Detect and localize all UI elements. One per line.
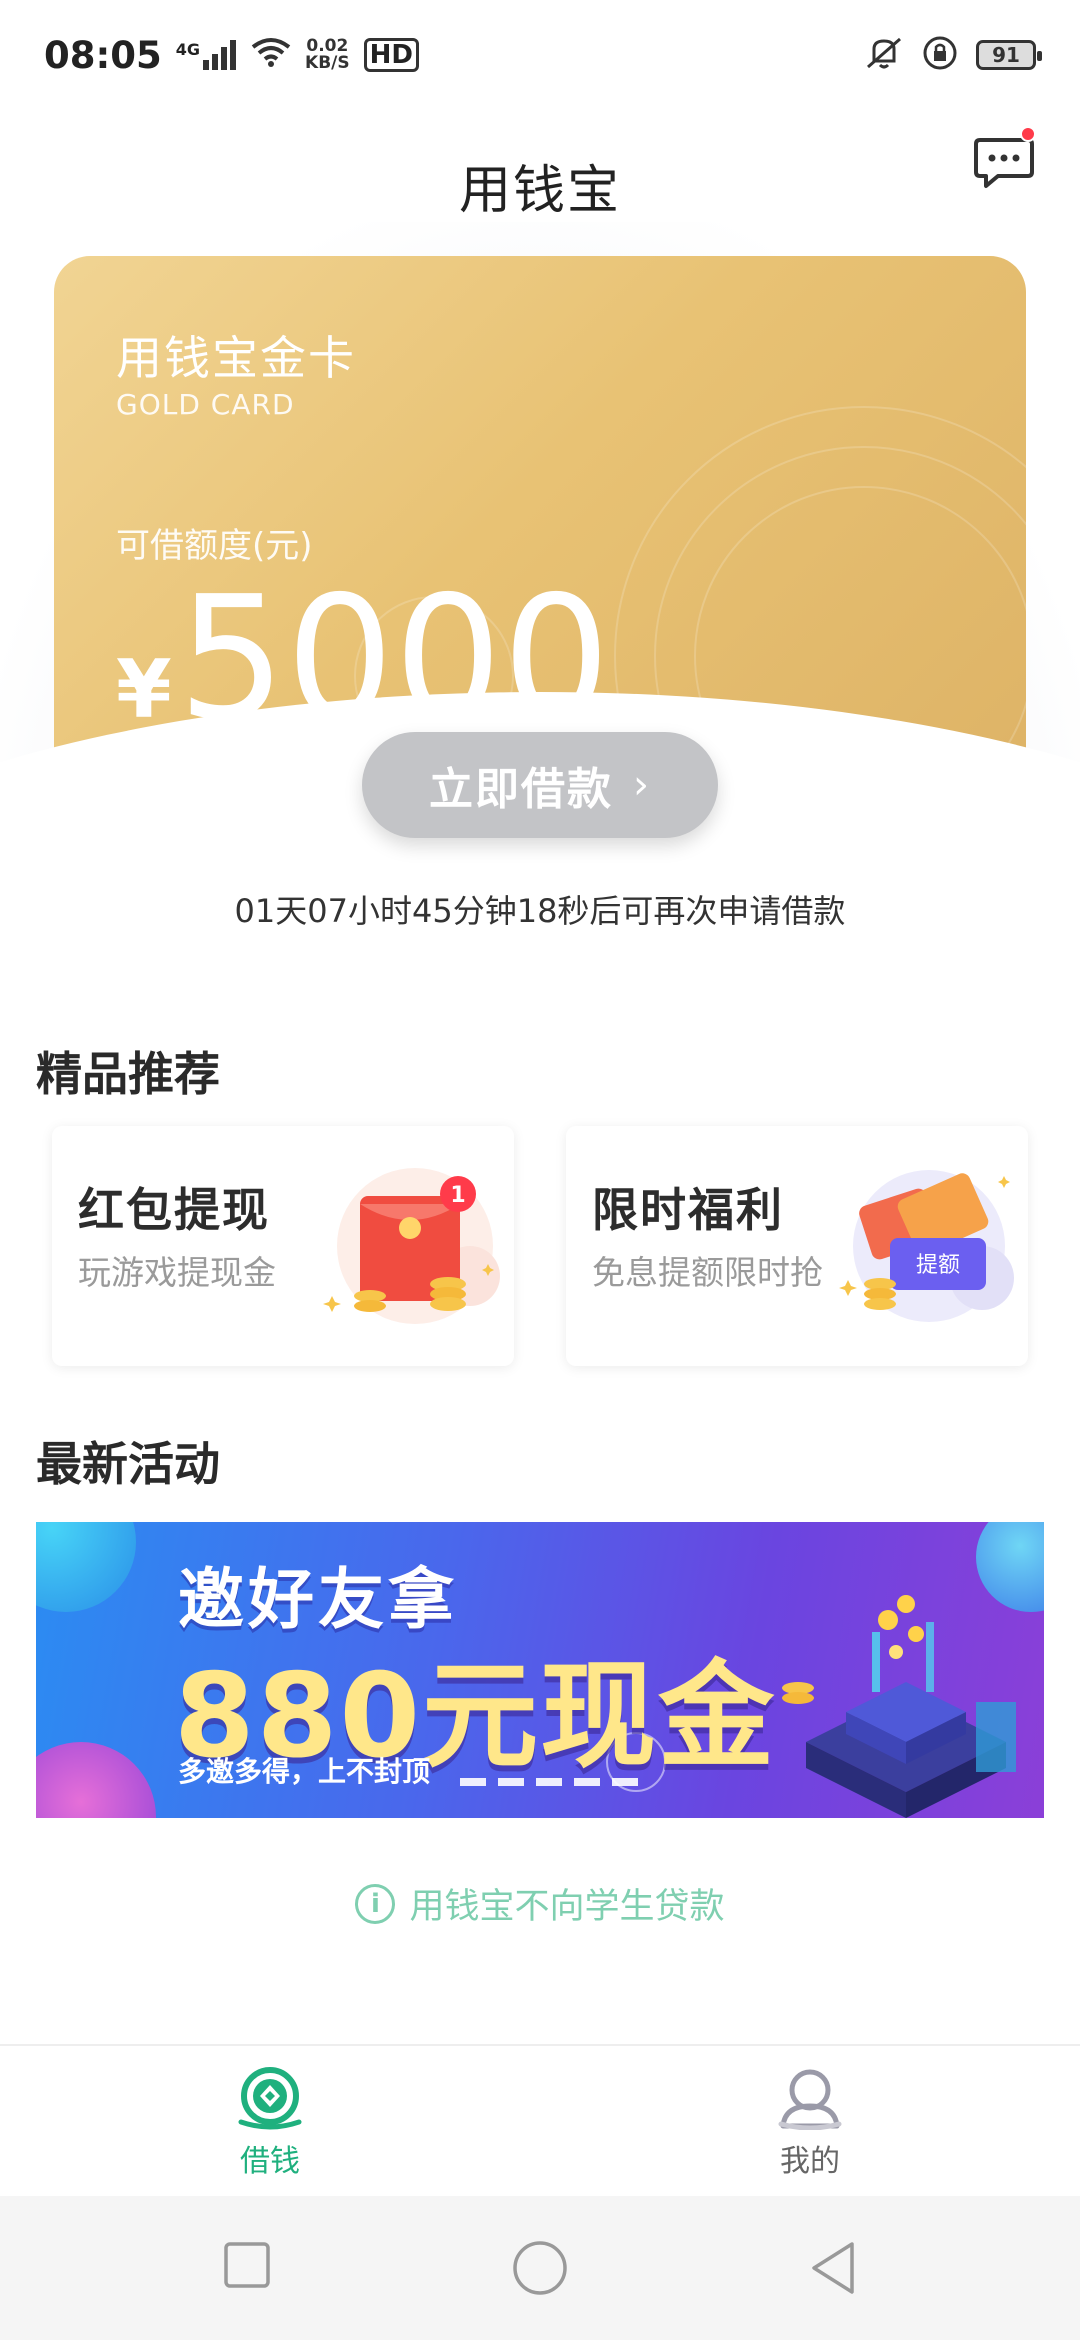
banner-decoration	[36, 1522, 136, 1612]
recents-button[interactable]	[222, 2240, 272, 2294]
status-time: 08:05	[44, 33, 162, 77]
recents-icon	[224, 2242, 270, 2288]
invite-friends-banner[interactable]: 邀好友拿 880元现金 多邀多得，上不封顶	[36, 1522, 1044, 1818]
banner-decoration	[36, 1742, 156, 1818]
back-icon	[812, 2242, 854, 2294]
network-type: 4G	[175, 40, 201, 59]
hd-badge: HD	[363, 38, 419, 72]
tab-label: 借钱	[240, 2144, 300, 2179]
vibrate-icon	[864, 35, 904, 75]
status-bar: 08:05 4G 0.02 KB/S HD 91	[0, 0, 1080, 110]
banner-dots	[460, 1778, 638, 1786]
borrow-button-label: 立即借款	[429, 764, 613, 815]
badge-count: 1	[450, 1183, 465, 1208]
page-title: 用钱宝	[458, 160, 621, 221]
red-envelope-icon: 1	[323, 1168, 500, 1324]
network-speed: 0.02 KB/S	[305, 38, 350, 72]
coupon-icon: 提额	[839, 1170, 1014, 1322]
tab-label: 我的	[780, 2144, 840, 2179]
battery-icon: 91	[976, 40, 1042, 70]
promo-desc: 玩游戏提现金	[78, 1253, 276, 1292]
promo-card-limited-welfare[interactable]: 限时福利 免息提额限时抢 提额	[566, 1126, 1028, 1366]
home-icon	[513, 2241, 567, 2295]
home-button[interactable]	[512, 2240, 568, 2300]
borrow-now-button[interactable]: 立即借款 ›	[362, 732, 718, 838]
promo-card-red-envelope[interactable]: 红包提现 玩游戏提现金 1	[52, 1126, 514, 1366]
activity-section-title: 最新活动	[36, 1437, 220, 1491]
isometric-city-illustration	[782, 1595, 1016, 1818]
signal-icon: 4G	[176, 40, 237, 70]
recommend-section-title: 精品推荐	[36, 1047, 220, 1101]
card-title: 用钱宝金卡	[116, 331, 356, 385]
tab-profile[interactable]: 我的	[710, 2066, 910, 2180]
profile-icon	[778, 2069, 842, 2130]
system-nav-bar	[0, 2196, 1080, 2340]
banner-tagline: 多邀多得，上不封顶	[178, 1755, 431, 1788]
promo-title: 限时福利	[592, 1183, 784, 1237]
unread-dot	[1020, 126, 1036, 142]
back-button[interactable]	[808, 2240, 858, 2300]
wifi-icon	[251, 35, 291, 76]
student-loan-notice: i 用钱宝不向学生贷款	[0, 1878, 1080, 1929]
speed-unit: KB/S	[305, 53, 350, 73]
chevron-right-icon: ›	[633, 762, 651, 808]
card-subtitle: GOLD CARD	[116, 388, 295, 421]
tab-borrow[interactable]: 借钱	[170, 2066, 370, 2180]
borrow-icon	[238, 2067, 302, 2130]
status-left: 08:05 4G 0.02 KB/S HD	[44, 34, 419, 77]
coupon-label: 提额	[916, 1253, 960, 1278]
currency-symbol: ¥	[116, 643, 172, 736]
promo-desc: 免息提额限时抢	[592, 1253, 823, 1292]
notice-text: 用钱宝不向学生贷款	[409, 1887, 725, 1927]
info-icon: i	[355, 1883, 396, 1924]
promo-title: 红包提现	[78, 1183, 270, 1237]
status-right: 91	[864, 35, 1042, 75]
bottom-tab-bar: 借钱 我的	[0, 2044, 1080, 2196]
countdown-text: 01天07小时45分钟18秒后可再次申请借款	[234, 892, 846, 930]
rotation-lock-icon	[922, 35, 958, 75]
